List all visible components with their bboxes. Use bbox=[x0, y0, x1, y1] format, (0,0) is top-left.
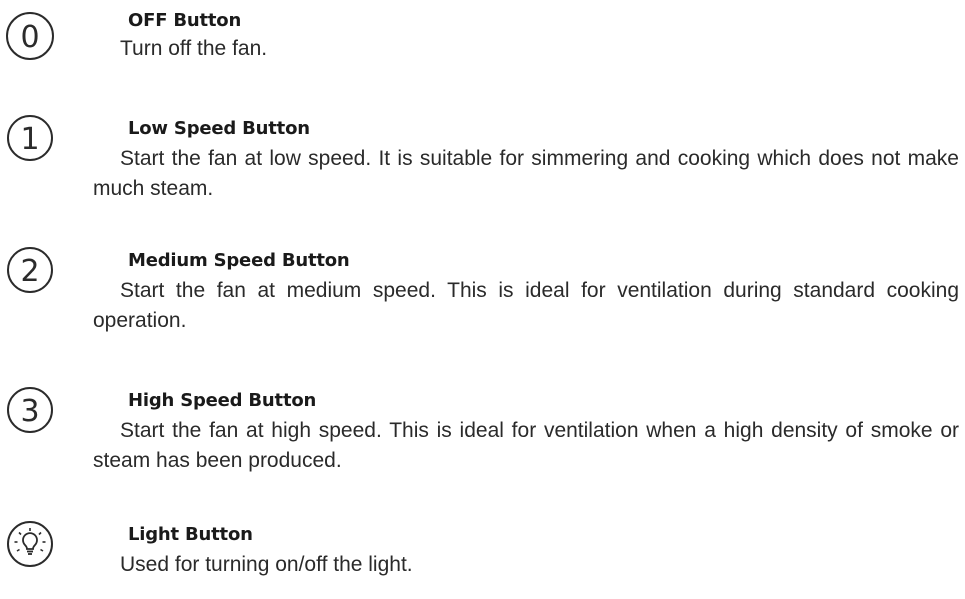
medium-speed-button-description: Start the fan at medium speed. This is i… bbox=[93, 279, 959, 332]
high-speed-button-description: Start the fan at high speed. This is ide… bbox=[93, 419, 959, 472]
light-button-title: Light Button bbox=[128, 524, 253, 545]
number-3-icon: 3 bbox=[4, 384, 56, 436]
power-off-icon: 0 bbox=[4, 10, 56, 62]
high-speed-button-title: High Speed Button bbox=[128, 390, 317, 411]
number-2-icon: 2 bbox=[4, 244, 56, 296]
light-button-description: Used for turning on/off the light. bbox=[120, 553, 413, 576]
svg-text:2: 2 bbox=[20, 254, 39, 289]
number-1-icon: 1 bbox=[4, 112, 56, 164]
svg-text:1: 1 bbox=[20, 122, 39, 157]
low-speed-button-title: Low Speed Button bbox=[128, 118, 310, 139]
medium-speed-button-title: Medium Speed Button bbox=[128, 250, 350, 271]
off-button-title: OFF Button bbox=[128, 10, 242, 31]
light-bulb-icon bbox=[4, 518, 56, 570]
svg-text:3: 3 bbox=[20, 394, 39, 429]
off-button-description: Turn off the fan. bbox=[120, 37, 268, 60]
svg-text:0: 0 bbox=[20, 20, 39, 55]
low-speed-button-description: Start the fan at low speed. It is suitab… bbox=[93, 147, 959, 200]
